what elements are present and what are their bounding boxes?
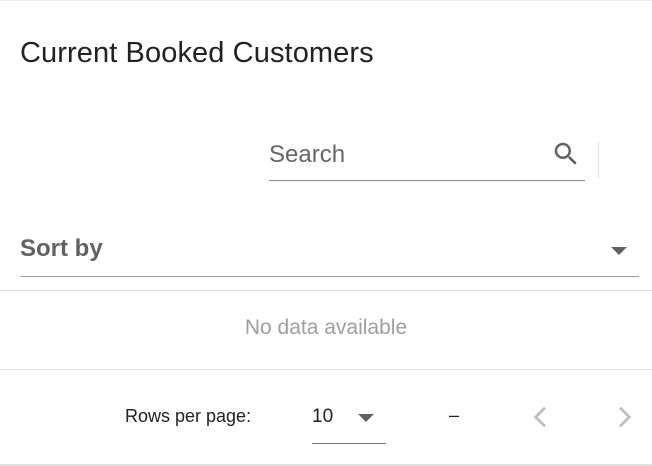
card-title: Current Booked Customers [20,37,374,69]
arrow-drop-down-icon [358,414,374,422]
rows-per-page-select[interactable]: 10 [312,399,386,444]
chevron-right-icon[interactable] [608,401,640,433]
rows-per-page-value: 10 [312,406,334,427]
search-input[interactable] [269,133,539,177]
chevron-left-icon[interactable] [525,401,557,433]
search-divider [598,142,599,178]
search-field[interactable] [269,133,585,181]
sort-by-label: Sort by [20,235,103,262]
arrow-drop-down-icon [611,247,627,255]
table-footer-divider [0,369,652,370]
rows-per-page-label: Rows per page: [125,406,252,426]
booked-customers-card: Current Booked Customers Sort by No data… [0,0,652,466]
page-range-text: – [449,405,460,425]
no-data-message: No data available [244,316,408,339]
table-header-divider [0,290,652,291]
search-icon[interactable] [551,139,581,169]
sort-by-select[interactable]: Sort by [20,227,639,277]
